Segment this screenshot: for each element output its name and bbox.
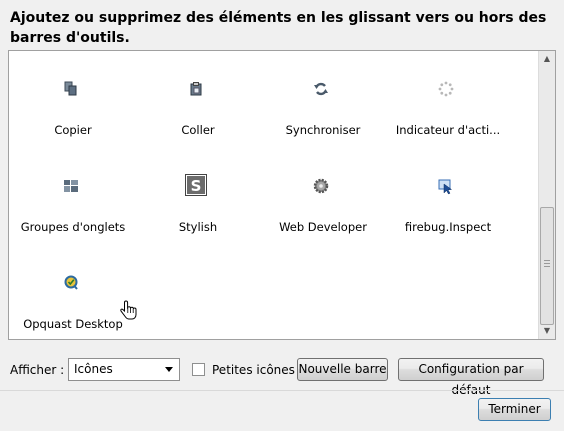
toolbar-item-firebug-inspect[interactable]: firebug.Inspect — [384, 148, 512, 238]
stylish-icon: S — [185, 174, 207, 196]
sync-icon — [314, 82, 328, 96]
done-button[interactable]: Terminer — [478, 398, 551, 421]
toolbar-item-label: Groupes d'onglets — [20, 220, 126, 234]
toolbar-item-paste[interactable]: Coller — [134, 51, 262, 141]
toolbar-item-label: Web Developer — [279, 220, 367, 234]
toolbar-item-copy[interactable]: Copier — [9, 51, 137, 141]
dropdown-arrow-icon — [165, 367, 173, 372]
small-icons-checkbox[interactable] — [192, 363, 205, 376]
vertical-scrollbar[interactable]: ▲ ▼ — [538, 51, 555, 339]
toolbar-item-web-developer[interactable]: Web Developer — [259, 148, 387, 238]
svg-text:S: S — [191, 177, 202, 195]
toolbar-item-label: Coller — [181, 123, 215, 137]
toolbar-item-opquast-desktop[interactable]: Opquast Desktop — [9, 245, 137, 335]
items-grid: Copier Coller Synchroniser Indicateur d'… — [9, 51, 538, 339]
footer-separator — [0, 390, 564, 391]
toolbar-items-panel: Copier Coller Synchroniser Indicateur d'… — [8, 50, 556, 340]
toolbar-item-stylish[interactable]: S Stylish — [134, 148, 262, 238]
new-toolbar-button[interactable]: Nouvelle barre — [297, 358, 388, 381]
activity-indicator-icon — [438, 81, 454, 97]
show-mode-select[interactable]: Icônes — [68, 358, 180, 381]
default-config-button[interactable]: Configuration par défaut — [398, 358, 544, 397]
toolbar-item-activity-indicator[interactable]: Indicateur d'acti... — [384, 51, 512, 141]
firebug-inspect-icon — [438, 179, 453, 195]
toolbar-item-sync[interactable]: Synchroniser — [259, 51, 387, 141]
toolbar-item-label: Stylish — [178, 220, 218, 234]
instruction-heading: Ajoutez ou supprimez des éléments en les… — [10, 10, 547, 46]
toolbar-item-label: Copier — [54, 123, 92, 137]
scrollbar-thumb[interactable] — [540, 207, 554, 325]
toolbar-item-label: Synchroniser — [285, 123, 361, 137]
toolbar-item-label: Indicateur d'acti... — [395, 123, 501, 137]
web-developer-gear-icon — [313, 178, 329, 194]
opquast-desktop-icon — [64, 275, 78, 290]
tab-groups-icon — [64, 180, 78, 192]
hand-cursor-icon — [120, 300, 137, 320]
scroll-up-arrow-icon[interactable]: ▲ — [539, 51, 555, 67]
small-icons-label[interactable]: Petites icônes — [212, 363, 295, 377]
toolbar-item-tab-groups[interactable]: Groupes d'onglets — [9, 148, 137, 238]
show-label: Afficher : — [10, 363, 65, 377]
scroll-down-arrow-icon[interactable]: ▼ — [539, 323, 555, 339]
toolbar-item-label: Opquast Desktop — [23, 317, 123, 331]
show-mode-value: Icônes — [74, 362, 113, 376]
scrollbar-grip-icon — [544, 260, 550, 268]
toolbar-item-label: firebug.Inspect — [404, 220, 492, 234]
copy-icon — [64, 81, 77, 96]
paste-icon — [190, 82, 202, 96]
